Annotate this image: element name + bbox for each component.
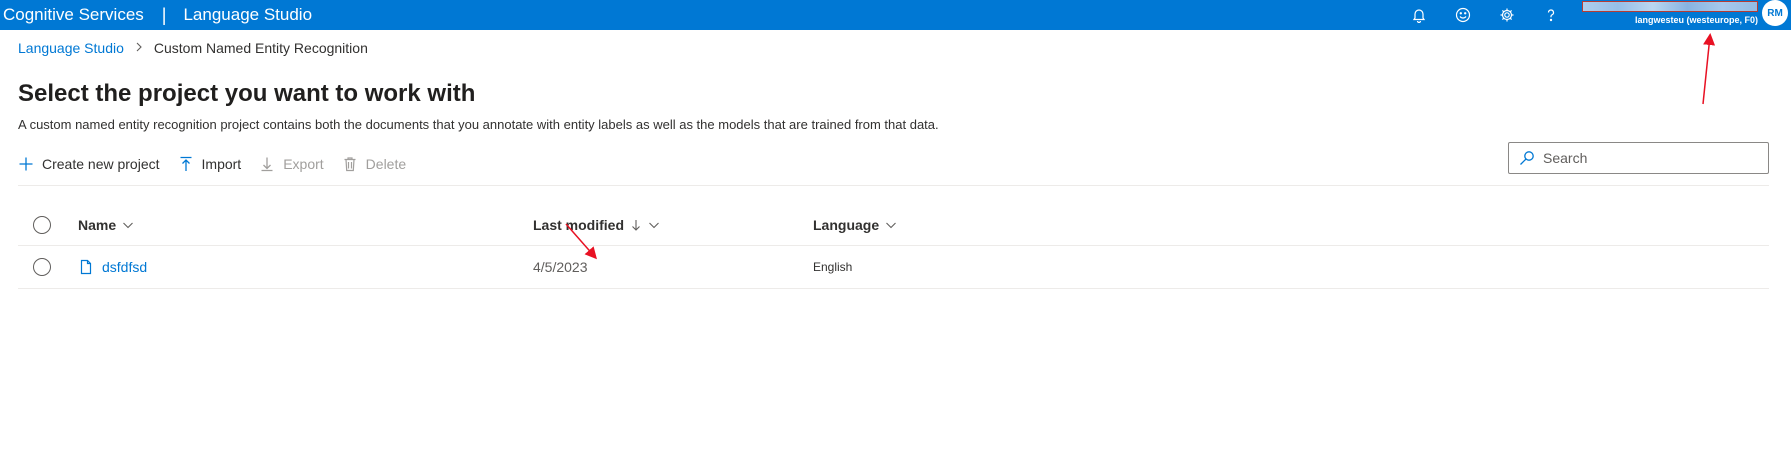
bell-icon[interactable] <box>1397 0 1441 30</box>
language-cell: English <box>813 260 853 274</box>
delete-button[interactable]: Delete <box>342 156 406 172</box>
account-subtitle: langwesteu (westeurope, F0) <box>1634 15 1758 25</box>
import-label: Import <box>201 156 242 172</box>
chevron-right-icon <box>134 41 144 55</box>
help-icon[interactable] <box>1529 0 1573 30</box>
breadcrumb-root-link[interactable]: Language Studio <box>18 40 124 56</box>
table-row[interactable]: dsfdfsd 4/5/2023 English <box>18 246 1769 289</box>
page-description: A custom named entity recognition projec… <box>18 117 939 132</box>
row-select[interactable] <box>33 246 51 288</box>
sort-descending-icon <box>632 219 640 231</box>
table-header-row: Name Last modified Language <box>18 204 1769 246</box>
divider <box>18 185 1769 186</box>
last-modified-cell: 4/5/2023 <box>533 259 588 275</box>
upload-icon <box>180 156 192 171</box>
chevron-down-icon <box>649 222 659 228</box>
select-all-radio[interactable] <box>33 215 51 234</box>
row-select-radio[interactable] <box>33 258 51 276</box>
import-button[interactable]: Import <box>178 156 242 172</box>
breadcrumb-current: Custom Named Entity Recognition <box>153 40 368 56</box>
search-input[interactable] <box>1543 150 1743 166</box>
plus-icon <box>19 157 33 171</box>
projects-table: Name Last modified Language dsfdfsd 4/5/… <box>18 204 1769 289</box>
brand-name[interactable]: Cognitive Services <box>0 5 144 25</box>
select-all-checkbox[interactable] <box>33 204 51 245</box>
page-title: Select the project you want to work with <box>18 80 476 107</box>
account-switcher[interactable]: langwesteu (westeurope, F0) <box>1582 0 1758 30</box>
project-name: dsfdfsd <box>102 259 148 275</box>
top-bar: Cognitive Services | Language Studio lan… <box>0 0 1791 30</box>
document-icon <box>80 259 92 275</box>
chevron-down-icon <box>123 222 134 228</box>
project-name-cell[interactable]: dsfdfsd <box>78 246 147 288</box>
breadcrumb: Language Studio Custom Named Entity Reco… <box>18 40 368 56</box>
search-icon <box>1520 151 1534 165</box>
search-box[interactable] <box>1508 142 1769 174</box>
header-actions <box>1397 0 1573 30</box>
create-project-button[interactable]: Create new project <box>18 156 160 172</box>
command-bar: Create new project Import Export Delete <box>18 152 424 176</box>
column-header-name-label: Name <box>78 216 117 233</box>
project-link[interactable]: dsfdfsd <box>78 259 147 275</box>
export-button[interactable]: Export <box>259 156 324 172</box>
create-project-label: Create new project <box>42 156 160 172</box>
column-header-last-modified-label: Last modified <box>533 216 625 233</box>
download-icon <box>261 157 273 172</box>
chevron-down-icon <box>886 222 897 228</box>
brand-separator: | <box>161 4 167 25</box>
annotation-arrow-account <box>1702 33 1716 105</box>
column-header-last-modified[interactable]: Last modified <box>533 204 660 245</box>
gear-icon[interactable] <box>1485 0 1529 30</box>
avatar[interactable]: RM <box>1762 0 1788 26</box>
delete-label: Delete <box>365 156 407 172</box>
product-name[interactable]: Language Studio <box>180 5 312 25</box>
smiley-feedback-icon[interactable] <box>1441 0 1485 30</box>
trash-icon <box>344 157 356 172</box>
column-header-name[interactable]: Name <box>78 204 134 245</box>
column-header-language[interactable]: Language <box>813 204 897 245</box>
export-label: Export <box>283 156 324 172</box>
redacted-account-name <box>1582 1 1758 12</box>
column-header-language-label: Language <box>813 216 880 233</box>
